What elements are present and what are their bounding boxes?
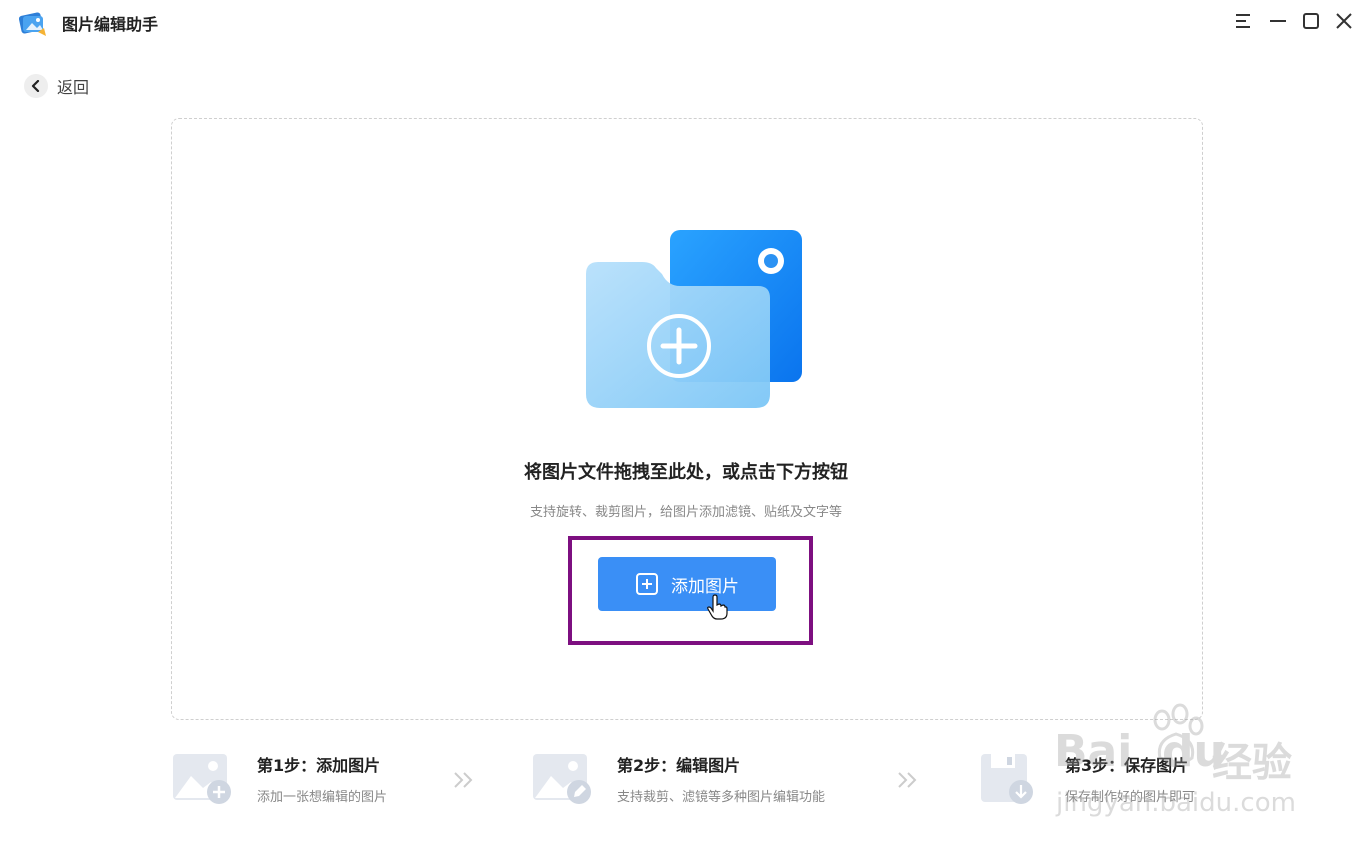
- minimize-icon: [1270, 20, 1286, 22]
- baidu-jingyan-watermark: Bai du 经验 jingyan.baidu.com: [1050, 700, 1310, 830]
- add-image-button-label: 添加图片: [671, 576, 739, 597]
- drop-zone-title: 将图片文件拖拽至此处，或点击下方按钮: [524, 462, 848, 483]
- maximize-button[interactable]: [1298, 8, 1324, 34]
- hand-cursor-icon: [707, 594, 728, 620]
- chevron-left-icon: [31, 80, 40, 92]
- add-image-button[interactable]: 添加图片: [598, 557, 776, 611]
- step-1-title: 第1步：添加图片: [257, 756, 381, 775]
- close-button[interactable]: [1331, 8, 1357, 34]
- save-download-icon: [981, 754, 1033, 804]
- watermark-brand: Bai: [1054, 726, 1133, 777]
- step-1-desc: 添加一张想编辑的图片: [257, 790, 388, 805]
- step-2-title: 第2步：编辑图片: [617, 756, 741, 775]
- watermark-url: jingyan.baidu.com: [1056, 788, 1296, 818]
- image-edit-icon: [533, 754, 591, 804]
- app-title: 图片编辑助手: [62, 15, 159, 34]
- minimize-button[interactable]: [1265, 8, 1291, 34]
- image-add-icon: [173, 754, 231, 804]
- maximize-icon: [1303, 13, 1319, 29]
- menu-icon: [1236, 14, 1250, 28]
- back-circle: [24, 74, 48, 98]
- menu-button[interactable]: [1230, 8, 1256, 34]
- drop-zone-subtitle: 支持旋转、裁剪图片，给图片添加滤镜、贴纸及文字等: [529, 505, 842, 520]
- folder-image-icon: [586, 230, 802, 408]
- close-icon: [1336, 13, 1352, 29]
- back-button[interactable]: 返回: [24, 74, 89, 98]
- back-label: 返回: [57, 78, 90, 97]
- double-chevron-right-icon: [454, 772, 473, 788]
- app-logo-icon: [18, 12, 46, 36]
- plus-square-icon: [636, 573, 658, 595]
- double-chevron-right-icon: [898, 772, 917, 788]
- step-1: 第1步：添加图片 添加一张想编辑的图片: [171, 752, 471, 812]
- watermark-cn: 经验: [1212, 740, 1292, 786]
- step-2: 第2步：编辑图片 支持裁剪、滤镜等多种图片编辑功能: [531, 752, 891, 812]
- step-2-desc: 支持裁剪、滤镜等多种图片编辑功能: [617, 790, 826, 805]
- title-bar: 图片编辑助手: [0, 0, 1372, 44]
